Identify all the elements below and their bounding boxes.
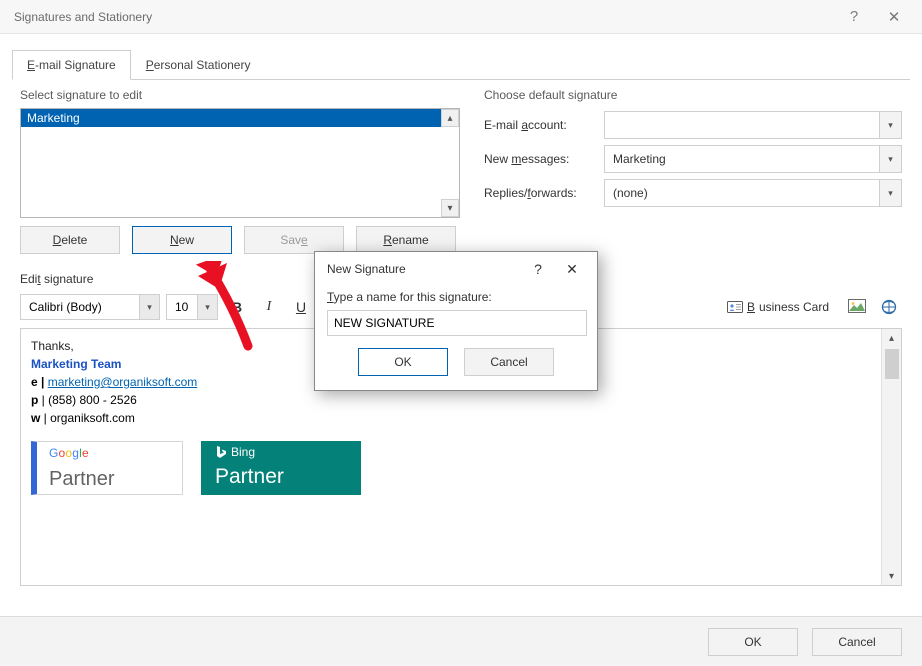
new-signature-dialog: New Signature ? ✕ Type a name for this s… bbox=[314, 251, 598, 391]
new-messages-label: New messages: bbox=[484, 152, 604, 166]
sig-email-link[interactable]: marketing@organiksoft.com bbox=[48, 375, 198, 389]
google-partner-badge: Google Partner bbox=[31, 441, 183, 495]
choose-default-label: Choose default signature bbox=[484, 88, 902, 102]
tab-email-signature[interactable]: E-mail Signature bbox=[12, 50, 131, 80]
bing-partner-badge: Bing Partner bbox=[201, 441, 361, 495]
help-icon[interactable]: ? bbox=[521, 252, 555, 286]
scroll-down-icon[interactable]: ▾ bbox=[441, 199, 459, 217]
delete-button[interactable]: Delete bbox=[20, 226, 120, 254]
replies-forwards-select[interactable]: (none) ▾ bbox=[604, 179, 902, 207]
new-messages-value: Marketing bbox=[613, 152, 666, 166]
insert-picture-icon[interactable] bbox=[844, 294, 870, 320]
close-icon[interactable]: ✕ bbox=[874, 0, 914, 34]
tab-personal-stationery[interactable]: Personal Stationery bbox=[131, 50, 266, 80]
chevron-down-icon: ▾ bbox=[879, 146, 901, 172]
scroll-up-icon[interactable]: ▴ bbox=[882, 329, 901, 347]
tab-strip: E-mail Signature Personal Stationery bbox=[12, 50, 910, 80]
signature-list[interactable]: Marketing bbox=[20, 108, 460, 218]
font-value: Calibri (Body) bbox=[29, 300, 102, 314]
ok-button[interactable]: OK bbox=[708, 628, 798, 656]
email-account-select[interactable]: ▾ bbox=[604, 111, 902, 139]
replies-forwards-label: Replies/forwards: bbox=[484, 186, 604, 200]
help-icon[interactable]: ? bbox=[834, 0, 874, 34]
window-title: Signatures and Stationery bbox=[14, 10, 152, 24]
font-size-value: 10 bbox=[175, 300, 188, 314]
new-messages-select[interactable]: Marketing ▾ bbox=[604, 145, 902, 173]
signature-list-item[interactable]: Marketing bbox=[21, 109, 459, 127]
replies-forwards-value: (none) bbox=[613, 186, 648, 200]
scroll-thumb[interactable] bbox=[885, 349, 899, 379]
dialog-footer: OK Cancel bbox=[0, 616, 922, 666]
dialog-title: New Signature bbox=[327, 262, 406, 276]
chevron-down-icon: ▾ bbox=[879, 180, 901, 206]
rename-button[interactable]: Rename bbox=[356, 226, 456, 254]
new-button[interactable]: New bbox=[132, 226, 232, 254]
dialog-prompt: Type a name for this signature: bbox=[315, 286, 597, 310]
chevron-down-icon: ▾ bbox=[139, 295, 159, 319]
business-card-button[interactable]: Business Card bbox=[718, 294, 838, 320]
sig-text-phone: p | (858) 800 - 2526 bbox=[31, 391, 891, 409]
insert-hyperlink-icon[interactable] bbox=[876, 294, 902, 320]
bold-button[interactable]: B bbox=[224, 294, 250, 320]
chevron-down-icon: ▾ bbox=[879, 112, 901, 138]
font-size-select[interactable]: 10 ▾ bbox=[166, 294, 218, 320]
sig-text-web: w | organiksoft.com bbox=[31, 409, 891, 427]
close-icon[interactable]: ✕ bbox=[555, 252, 589, 286]
email-account-label: E-mail account: bbox=[484, 118, 604, 132]
dialog-ok-button[interactable]: OK bbox=[358, 348, 448, 376]
underline-button[interactable]: U bbox=[288, 294, 314, 320]
window-titlebar: Signatures and Stationery ? ✕ bbox=[0, 0, 922, 34]
save-button[interactable]: Save bbox=[244, 226, 344, 254]
scroll-down-icon[interactable]: ▾ bbox=[882, 567, 901, 585]
chevron-down-icon: ▾ bbox=[197, 295, 217, 319]
scroll-up-icon[interactable]: ▴ bbox=[441, 109, 459, 127]
font-select[interactable]: Calibri (Body) ▾ bbox=[20, 294, 160, 320]
italic-button[interactable]: I bbox=[256, 294, 282, 320]
select-signature-label: Select signature to edit bbox=[20, 88, 460, 102]
signature-name-input[interactable] bbox=[327, 310, 587, 336]
dialog-cancel-button[interactable]: Cancel bbox=[464, 348, 554, 376]
cancel-button[interactable]: Cancel bbox=[812, 628, 902, 656]
editor-scrollbar[interactable]: ▴ ▾ bbox=[881, 329, 901, 585]
